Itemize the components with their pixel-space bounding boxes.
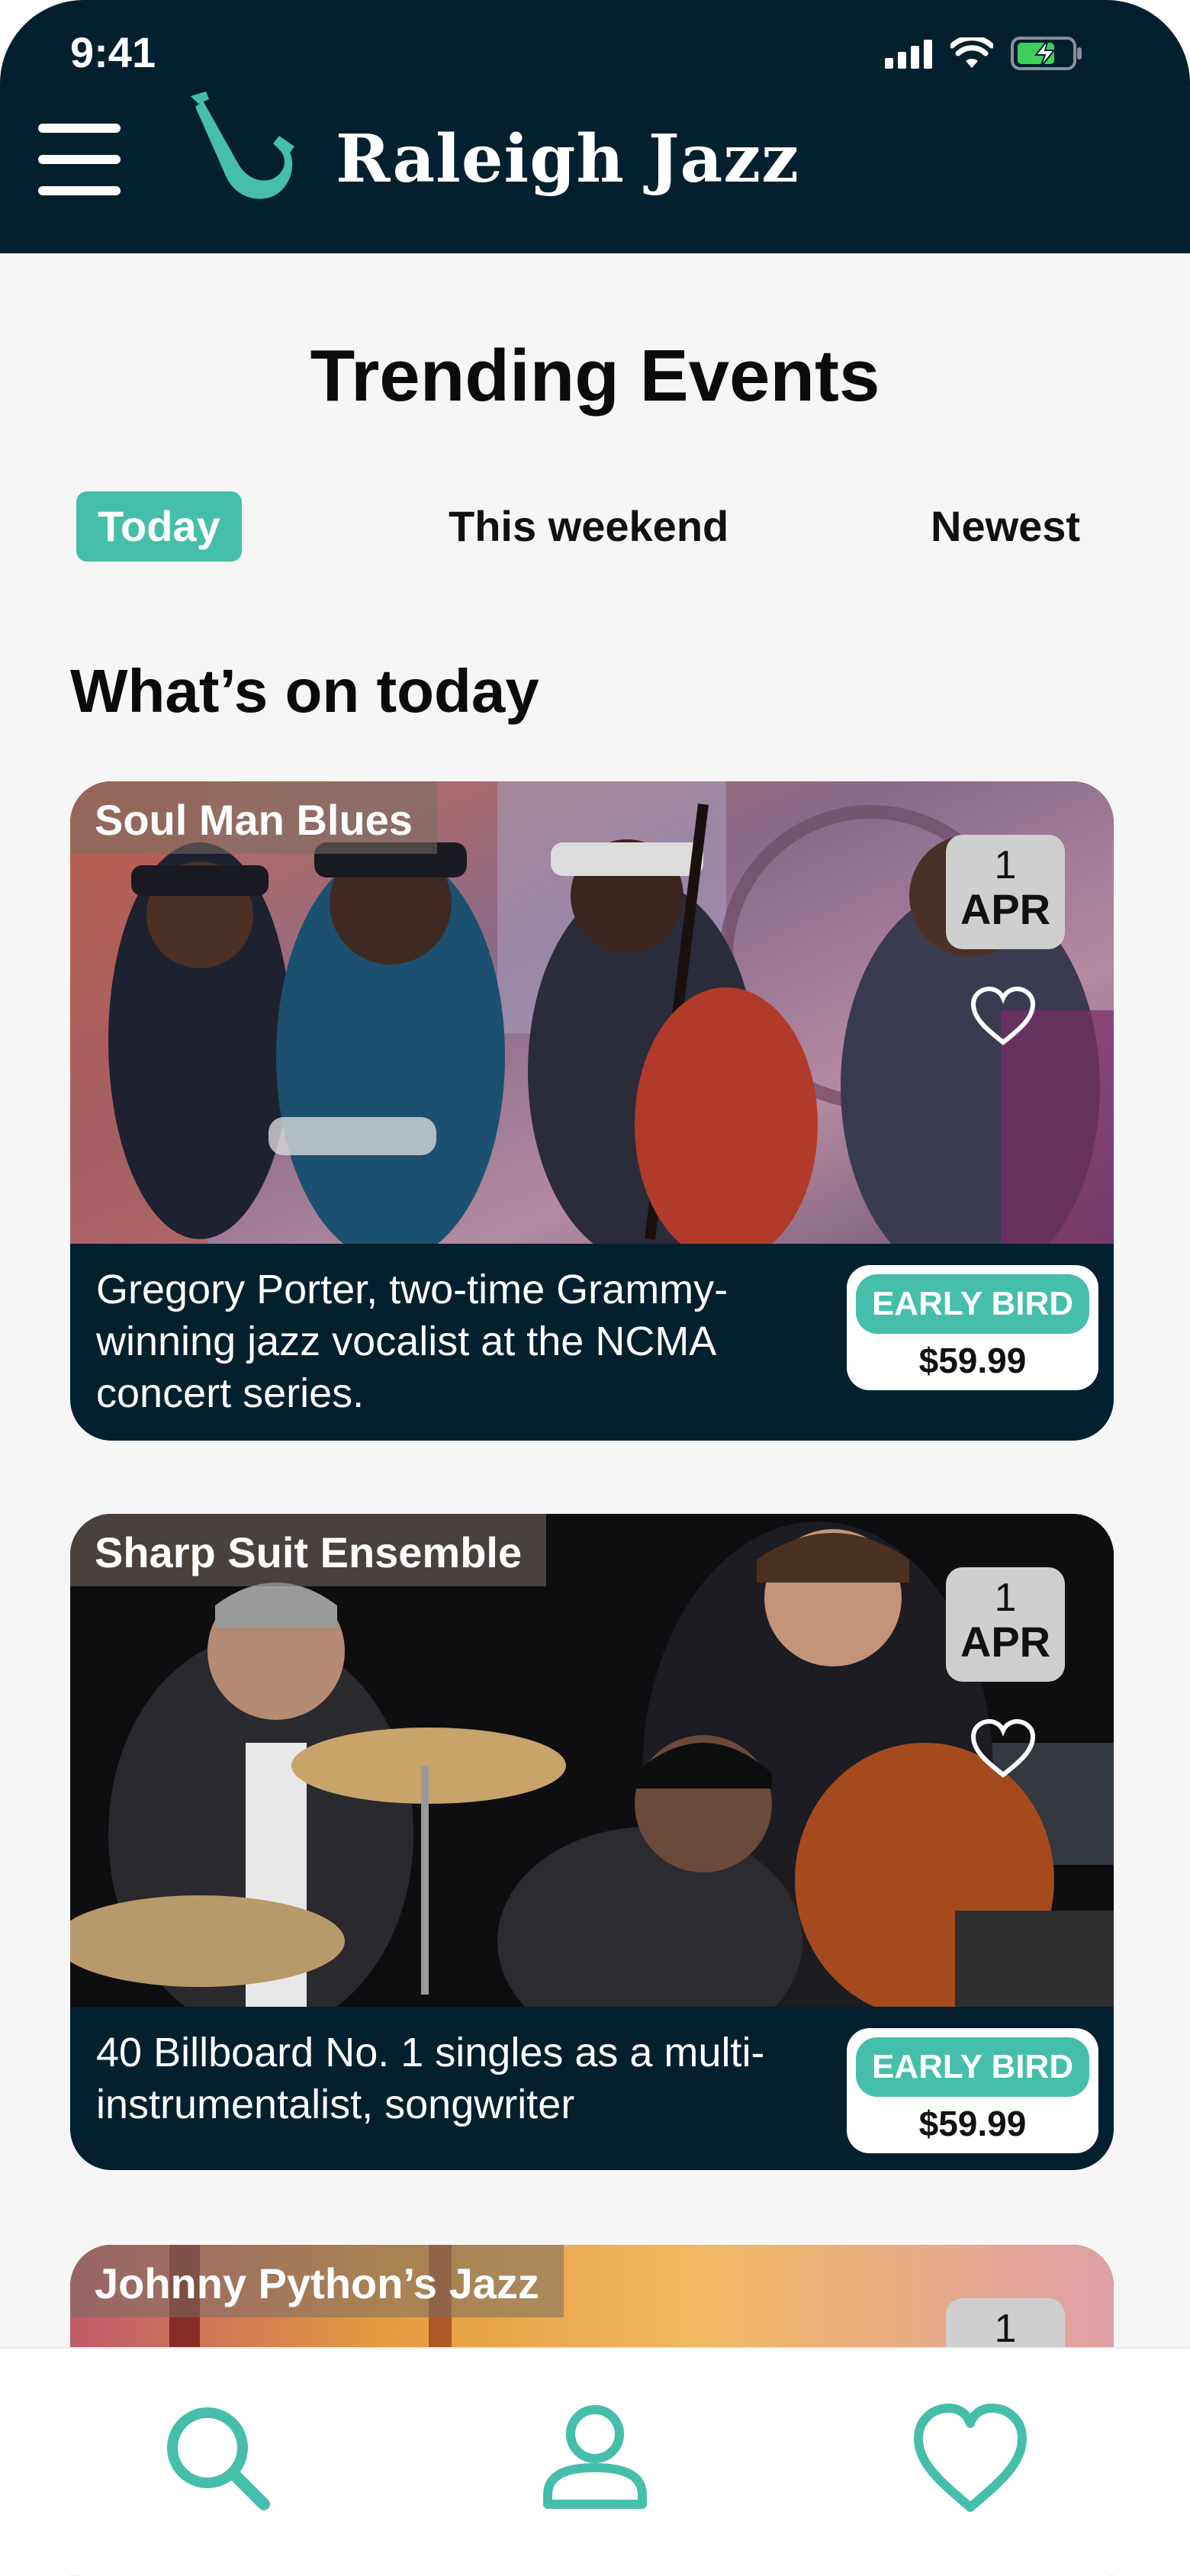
status-time: 9:41 [70,28,156,76]
event-description: 40 Billboard No. 1 singles as a multi-in… [96,2030,765,2127]
favorites-icon[interactable] [909,2397,1031,2520]
filter-tabs: Today This weekend Newest [76,491,1114,562]
early-bird-badge: EARLY BIRD [856,2037,1089,2097]
event-title: Johnny Python’s Jazz [70,2245,564,2317]
app-screen: 9:41 Raleigh Jazz Trending Events Today … [0,0,1190,2576]
event-title: Sharp Suit Ensemble [70,1514,547,1586]
event-date-month: APR [960,1618,1051,1666]
favorite-heart-icon[interactable] [970,986,1036,1047]
cellular-signal-icon [885,40,932,69]
wifi-icon [950,37,993,68]
event-date-day: 1 [994,2307,1017,2351]
event-description: Gregory Porter, two-time Grammy-winning … [96,1267,728,1416]
tab-this-weekend[interactable]: This weekend [449,491,728,562]
event-date: 1 APR [946,1567,1065,1682]
brand-name: Raleigh Jazz [336,121,799,198]
section-title: What’s on today [70,657,539,725]
profile-icon[interactable] [534,2397,656,2520]
event-date-day: 1 [994,1576,1017,1620]
event-date: 1 APR [946,835,1065,949]
search-icon[interactable] [157,2397,279,2520]
status-icons [885,35,1083,72]
event-title: Soul Man Blues [70,781,437,854]
favorite-heart-icon[interactable] [970,1718,1036,1779]
event-price: $59.99 [918,1341,1027,1380]
early-bird-badge: EARLY BIRD [856,1274,1089,1334]
tab-newest[interactable]: Newest [931,491,1080,562]
event-date-month: APR [960,885,1051,933]
price-box[interactable]: EARLY BIRD $59.99 [847,2028,1098,2153]
menu-icon[interactable] [38,124,121,195]
app-header: 9:41 Raleigh Jazz [0,0,1190,253]
bottom-navigation [0,2347,1190,2576]
event-price: $59.99 [918,2104,1027,2143]
event-card[interactable]: Soul Man Blues 1 APR Gregory Porter, two… [70,781,1114,1441]
event-date-day: 1 [994,843,1017,887]
event-card[interactable]: Sharp Suit Ensemble 1 APR 40 Billboard N… [70,1514,1114,2170]
page-title: Trending Events [310,335,880,417]
saxophone-logo-icon [191,92,294,199]
battery-charging-icon [1011,37,1082,70]
price-box[interactable]: EARLY BIRD $59.99 [847,1265,1098,1390]
tab-today[interactable]: Today [76,491,242,562]
